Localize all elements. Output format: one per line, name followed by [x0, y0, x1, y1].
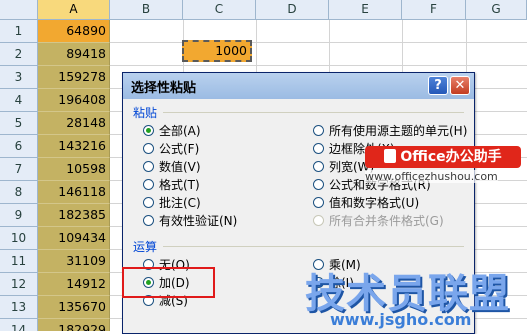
- option-label: 值和数字格式(U): [329, 196, 420, 210]
- radio-icon: [313, 215, 324, 226]
- row-header[interactable]: 12: [0, 273, 38, 296]
- office-watermark-label: Office办公助手: [400, 149, 502, 165]
- radio-icon: [313, 179, 324, 190]
- cell-a7[interactable]: 10598: [38, 158, 110, 181]
- option-label: 全部(A): [159, 124, 201, 138]
- option-label: 所有合并条件格式(G): [329, 214, 444, 228]
- cell-a2[interactable]: 89418: [38, 43, 110, 66]
- cell-a11[interactable]: 31109: [38, 250, 110, 273]
- row-header[interactable]: 10: [0, 227, 38, 250]
- dialog-titlebar[interactable]: 选择性粘贴 ? ✕: [123, 73, 474, 99]
- option-label: 所有使用源主题的单元(H): [329, 124, 468, 138]
- group-divider: [163, 112, 464, 113]
- paste-group-label: 粘贴: [133, 106, 158, 120]
- column-header-f[interactable]: F: [402, 0, 466, 20]
- row-header[interactable]: 4: [0, 89, 38, 112]
- paste-comments-option[interactable]: 批注(C): [143, 194, 201, 212]
- cell-a9[interactable]: 182385: [38, 204, 110, 227]
- cell-a6[interactable]: 143216: [38, 135, 110, 158]
- option-label: 公式(F): [159, 142, 200, 156]
- column-header-g[interactable]: G: [466, 0, 527, 20]
- cell-a8[interactable]: 146118: [38, 181, 110, 204]
- cell-a1[interactable]: 64890: [38, 20, 110, 43]
- help-button[interactable]: ?: [428, 76, 448, 95]
- row-header[interactable]: 8: [0, 181, 38, 204]
- cell-c2-copied[interactable]: 1000: [182, 40, 252, 62]
- cell-a4[interactable]: 196408: [38, 89, 110, 112]
- highlight-box: [122, 267, 215, 298]
- office-watermark: Office办公助手: [365, 146, 521, 168]
- column-header-b[interactable]: B: [110, 0, 183, 20]
- cell-a13[interactable]: 135670: [38, 296, 110, 319]
- radio-icon: [143, 215, 154, 226]
- option-label: 批注(C): [159, 196, 201, 210]
- grid-line: [110, 65, 527, 66]
- column-header-c[interactable]: C: [183, 0, 256, 20]
- group-divider: [163, 246, 464, 247]
- radio-icon: [313, 197, 324, 208]
- paste-all-option[interactable]: 全部(A): [143, 122, 201, 140]
- dialog-title: 选择性粘贴: [131, 81, 197, 96]
- cell-a10[interactable]: 109434: [38, 227, 110, 250]
- paste-source-theme-option[interactable]: 所有使用源主题的单元(H): [313, 122, 467, 140]
- radio-icon: [313, 143, 324, 154]
- grid-line: [110, 42, 527, 43]
- column-header-a[interactable]: A: [38, 0, 110, 20]
- column-header-d[interactable]: D: [256, 0, 329, 20]
- row-header[interactable]: 7: [0, 158, 38, 181]
- radio-icon: [143, 161, 154, 172]
- row-header[interactable]: 11: [0, 250, 38, 273]
- paste-formulas-option[interactable]: 公式(F): [143, 140, 199, 158]
- paste-validation-option[interactable]: 有效性验证(N): [143, 212, 237, 230]
- column-header-e[interactable]: E: [329, 0, 402, 20]
- radio-selected-icon: [143, 125, 154, 136]
- option-label: 有效性验证(N): [159, 214, 238, 228]
- option-label: 数值(V): [159, 160, 201, 174]
- radio-icon: [313, 125, 324, 136]
- row-header[interactable]: 14: [0, 319, 38, 331]
- option-label: 格式(T): [159, 178, 200, 192]
- cell-a3[interactable]: 159278: [38, 66, 110, 89]
- radio-icon: [143, 197, 154, 208]
- row-header[interactable]: 9: [0, 204, 38, 227]
- row-header[interactable]: 3: [0, 66, 38, 89]
- office-logo-icon: [384, 149, 397, 163]
- radio-icon: [143, 179, 154, 190]
- row-header[interactable]: 1: [0, 20, 38, 43]
- close-button[interactable]: ✕: [450, 76, 470, 95]
- paste-values-option[interactable]: 数值(V): [143, 158, 201, 176]
- site-watermark-url: www.jsgho.com: [330, 310, 472, 329]
- cell-a14[interactable]: 182929: [38, 319, 110, 331]
- paste-merge-conditional-formats-option: 所有合并条件格式(G): [313, 212, 444, 230]
- radio-icon: [143, 143, 154, 154]
- operation-group-label: 运算: [133, 240, 158, 254]
- row-header[interactable]: 2: [0, 43, 38, 66]
- paste-formats-option[interactable]: 格式(T): [143, 176, 200, 194]
- row-header[interactable]: 6: [0, 135, 38, 158]
- row-header[interactable]: 13: [0, 296, 38, 319]
- row-header[interactable]: 5: [0, 112, 38, 135]
- office-watermark-url: www.officezhushou.com: [365, 170, 498, 183]
- select-all-corner[interactable]: [0, 0, 38, 20]
- cell-a12[interactable]: 14912: [38, 273, 110, 296]
- cell-a5[interactable]: 28148: [38, 112, 110, 135]
- paste-values-number-formats-option[interactable]: 值和数字格式(U): [313, 194, 419, 212]
- radio-icon: [313, 161, 324, 172]
